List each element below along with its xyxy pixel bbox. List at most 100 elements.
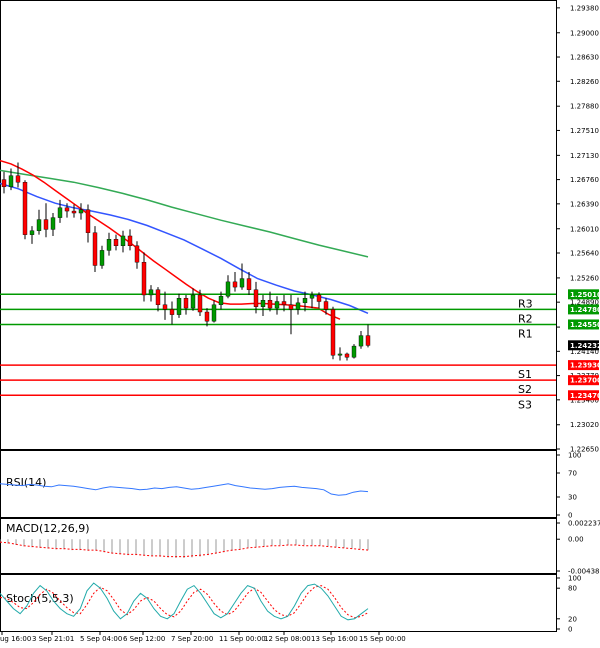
candle-body <box>281 301 287 305</box>
macd-tick-label: 0.002237 <box>568 520 600 528</box>
candle-body <box>211 304 217 322</box>
stoch-tick-label: 0 <box>568 626 572 634</box>
candle-body <box>169 309 175 315</box>
stoch-tick-label: 20 <box>568 615 577 623</box>
time-axis: ug 16:00 3 Sep 21:01 5 Sep 04:00 6 Sep 12:0… <box>0 631 406 643</box>
price-tags: 1.25010 1.24780 1.24550 1.23930 1.23700 1.234… <box>568 289 600 401</box>
candle-body <box>8 175 14 188</box>
candle-body <box>92 232 98 266</box>
level-name-r1: R1 <box>518 327 533 340</box>
candle-body <box>295 302 301 310</box>
level-name-r2: R2 <box>518 312 533 325</box>
candle-body <box>106 239 112 251</box>
candle-body <box>71 210 77 214</box>
level-name-s3: S3 <box>518 398 532 411</box>
rsi-axis: 100 70 30 0 <box>556 452 581 520</box>
price-tick-label: 1.25260 <box>570 274 599 282</box>
candle-body <box>113 239 119 247</box>
stoch-axis: 100 80 20 0 <box>556 575 581 634</box>
candle-body <box>316 294 322 302</box>
candle-body <box>309 294 315 299</box>
rsi-tick-label: 100 <box>568 452 581 460</box>
price-tick-label: 1.29380 <box>570 4 599 12</box>
time-tick-label: 5 Sep 04:00 <box>80 635 122 643</box>
candle-body <box>197 294 203 313</box>
candle-body <box>232 281 238 288</box>
level-tag-value: 1.24550 <box>570 321 600 329</box>
macd-title: MACD(12,26,9) <box>6 522 90 535</box>
candle-body <box>225 281 231 297</box>
price-tick-label: 1.27510 <box>570 127 599 135</box>
macd-panel: MACD(12,26,9) 0.0022370.00-0.004385 <box>0 520 600 576</box>
candle-body <box>36 219 42 231</box>
candle-body <box>141 261 147 296</box>
candle-body <box>190 294 196 309</box>
level-name-r3: R3 <box>518 297 533 310</box>
chart-window: R3 R2 R1 S1 S2 S3 1.29380 1.29000 1.28630 1.2826… <box>0 0 600 644</box>
price-tick-label: 1.23020 <box>570 421 599 429</box>
level-tag-value: 1.23930 <box>570 362 600 370</box>
price-tick-label: 1.27880 <box>570 103 599 111</box>
candle-body <box>148 289 154 296</box>
panel-frames <box>0 0 557 632</box>
price-tick-label: 1.29000 <box>570 29 599 37</box>
stoch-panel: Stoch(5,5,3) 10080200 <box>0 575 581 634</box>
candle-body <box>218 296 224 305</box>
p1-frame <box>0 0 557 450</box>
candle-body <box>204 311 210 322</box>
candle-body <box>64 207 70 212</box>
time-tick-label: 15 Sep 00:00 <box>359 635 406 643</box>
candle-body <box>274 301 280 309</box>
time-tick-label: ug 16:00 <box>0 635 31 643</box>
price-tick-label: 1.28260 <box>570 78 599 86</box>
pivot-levels: R3 R2 R1 S1 S2 S3 <box>0 293 556 411</box>
rsi-tick-label: 30 <box>568 494 577 502</box>
candle-body <box>288 304 294 310</box>
candle-body <box>99 250 105 266</box>
candle-body <box>1 179 7 188</box>
time-tick-label: 6 Sep 12:00 <box>123 635 165 643</box>
rsi-panel: RSI(14) 100 70 30 0 <box>0 452 581 520</box>
level-tag-value: 1.24780 <box>570 306 600 314</box>
current-price-value: 1.24232 <box>570 342 600 350</box>
candle-body <box>50 217 56 230</box>
time-tick-label: 13 Sep 16:00 <box>311 635 358 643</box>
p4-frame <box>0 574 557 632</box>
candle-body <box>176 298 182 315</box>
candle-body <box>134 245 140 263</box>
candle-body <box>155 289 161 305</box>
ma-slow-line <box>0 169 369 258</box>
time-tick-label: 3 Sep 21:01 <box>32 635 74 643</box>
level-tag-value: 1.23470 <box>570 392 600 400</box>
stoch-tick-label: 100 <box>568 575 581 583</box>
candle-body <box>260 300 266 307</box>
price-axis: 1.29380 1.29000 1.28630 1.28260 1.27880 1.275… <box>556 4 599 454</box>
candle-body <box>29 230 35 235</box>
price-tick-label: 1.26760 <box>570 176 599 184</box>
candle-body <box>253 289 259 307</box>
rsi-title: RSI(14) <box>6 476 46 489</box>
ma-fast-line <box>0 159 341 320</box>
candle-body <box>365 335 371 346</box>
stoch-tick-label: 80 <box>568 585 577 593</box>
candle-body <box>302 298 308 304</box>
price-tick-label: 1.27130 <box>570 152 599 160</box>
candle-body <box>337 353 343 356</box>
candle-body <box>43 219 49 230</box>
candle-body <box>323 301 329 310</box>
rsi-tick-label: 70 <box>568 470 577 478</box>
candle-body <box>120 235 126 247</box>
rsi-line <box>0 483 369 496</box>
candle-body <box>22 182 28 235</box>
candle-body <box>162 304 168 310</box>
candle-body <box>183 298 189 309</box>
p2-frame <box>0 450 557 518</box>
candle-body <box>351 345 357 358</box>
level-tag-value: 1.23700 <box>570 377 600 385</box>
candle-body <box>246 278 252 290</box>
rsi-tick-label: 0 <box>568 512 572 520</box>
level-tag-value: 1.25010 <box>570 291 600 299</box>
level-name-s2: S2 <box>518 383 532 396</box>
time-tick-label: 11 Sep 00:00 <box>219 635 266 643</box>
candle-body <box>239 278 245 288</box>
